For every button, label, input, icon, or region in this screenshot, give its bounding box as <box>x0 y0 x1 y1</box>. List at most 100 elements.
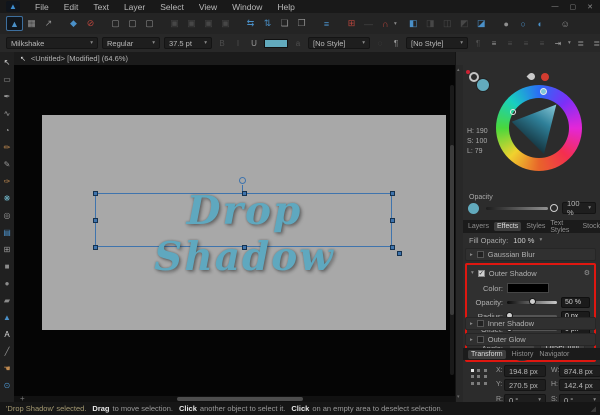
insert-behind-icon[interactable]: ○ <box>515 16 532 31</box>
y-field[interactable]: 270.5 px <box>504 379 546 391</box>
menu-text[interactable]: Text <box>93 2 109 12</box>
scroll-down-icon[interactable]: ▾ <box>457 394 460 400</box>
handle-top-right[interactable] <box>390 191 395 196</box>
marquee-rect-icon[interactable]: ▢ <box>107 16 124 31</box>
menu-window[interactable]: Window <box>232 2 262 12</box>
ligature-icon[interactable]: ◌ <box>374 37 386 49</box>
menu-file[interactable]: File <box>35 2 49 12</box>
boolean-intersect-icon[interactable]: ◫ <box>439 16 456 31</box>
font-weight-select[interactable]: Regular ▾ <box>102 37 160 49</box>
outer-shadow-header[interactable]: ▾ ✓ Outer Shadow ⚙ <box>471 267 590 279</box>
lock-icon[interactable]: ▣ <box>200 16 217 31</box>
flip-horizontal-icon[interactable]: ⇆ <box>242 16 259 31</box>
group-icon[interactable]: ▣ <box>166 16 183 31</box>
pen-tool[interactable]: ✒ <box>0 88 14 105</box>
numbered-list-icon[interactable]: ≣ <box>591 37 600 49</box>
effect-outer-glow[interactable]: ▸ Outer Glow <box>465 333 596 346</box>
alignment-icon[interactable]: ≡ <box>318 16 335 31</box>
x-field[interactable]: 194.8 px <box>504 365 546 377</box>
gear-icon[interactable]: ⚙ <box>584 269 590 277</box>
effect-inner-shadow[interactable]: ▸ Inner Shadow <box>465 317 596 330</box>
text-colour-swatch[interactable] <box>264 38 288 48</box>
outer-shadow-checkbox[interactable]: ✓ <box>477 269 485 277</box>
align-center-icon[interactable]: ≡ <box>504 37 516 49</box>
opacity-slider-thumb[interactable] <box>550 204 558 212</box>
document-tab[interactable]: ↖ <Untitled> [Modified] (64.6%) <box>20 52 128 65</box>
image-frame-tool[interactable]: ▤ <box>0 224 14 241</box>
fill-opacity-value[interactable]: 100 % <box>513 236 534 245</box>
shadow-opacity-slider[interactable] <box>507 298 557 305</box>
account-icon[interactable]: ☺ <box>557 16 574 31</box>
pixel-persona-button[interactable]: ▦ <box>23 16 40 31</box>
w-field[interactable]: 874.8 px <box>559 365 600 377</box>
ellipse-tool[interactable]: ● <box>0 275 14 292</box>
unlock-icon[interactable]: ▣ <box>217 16 234 31</box>
shadow-colour-swatch[interactable] <box>507 283 549 293</box>
handle-middle-right[interactable] <box>390 218 395 223</box>
align-justify-icon[interactable]: ≡ <box>536 37 548 49</box>
horizontal-scrollbar-thumb[interactable] <box>177 397 303 401</box>
maximize-button[interactable]: ▢ <box>570 3 577 11</box>
character-style-select[interactable]: [No Style] ▾ <box>308 37 370 49</box>
tab-transform[interactable]: Transform <box>468 349 506 359</box>
align-right-icon[interactable]: ≡ <box>520 37 532 49</box>
hue-marker[interactable] <box>540 88 547 95</box>
pencil-tool[interactable]: ✎ <box>0 156 14 173</box>
artboard[interactable]: Drop Shadow <box>42 115 446 330</box>
corner-tool[interactable]: ∿ <box>0 105 14 122</box>
node-tool[interactable]: ▭ <box>0 71 14 88</box>
snapping-bounds-icon[interactable]: ⊞ <box>343 16 360 31</box>
tab-text-styles[interactable]: Text Styles <box>550 220 577 234</box>
handle-bottom-left[interactable] <box>93 245 98 250</box>
show-marks-icon[interactable]: ¶ <box>390 37 402 49</box>
place-icon[interactable]: ◆ <box>65 16 82 31</box>
fill-tool[interactable]: ◎ <box>0 207 14 224</box>
menu-edit[interactable]: Edit <box>64 2 79 12</box>
pilcrow-icon[interactable]: ¶ <box>472 37 484 49</box>
ungroup-icon[interactable]: ▣ <box>183 16 200 31</box>
vertical-scrollbar[interactable] <box>450 85 454 375</box>
indent-icon[interactable]: ⇥ <box>552 37 564 49</box>
point-transform-tool[interactable]: ◔ <box>0 122 14 139</box>
tab-effects[interactable]: Effects <box>494 222 522 231</box>
tab-history[interactable]: History <box>512 351 534 358</box>
tab-stock[interactable]: Stock <box>582 223 600 230</box>
shear-handle[interactable] <box>397 251 402 256</box>
italic-button[interactable]: I <box>232 37 244 49</box>
tab-styles[interactable]: Styles <box>526 223 545 230</box>
insert-on-top-icon[interactable]: ◐ <box>532 16 549 31</box>
opacity-value-select[interactable]: 100 % ▾ <box>562 199 596 217</box>
expand-icon[interactable]: ▸ <box>470 252 473 258</box>
bullet-list-icon[interactable]: ≣ <box>575 37 587 49</box>
caret-down-icon[interactable]: ▾ <box>539 237 542 243</box>
minimize-button[interactable]: — <box>552 3 559 11</box>
vertical-scrollbar-thumb[interactable] <box>450 145 454 315</box>
close-button[interactable]: ✕ <box>587 3 593 11</box>
artistic-text-object[interactable]: Drop Shadow <box>96 188 393 280</box>
saturation-marker[interactable] <box>510 109 516 115</box>
insert-inside-icon[interactable]: ● <box>498 16 515 31</box>
handle-top-left[interactable] <box>93 191 98 196</box>
assets-icon[interactable]: ⊘ <box>82 16 99 31</box>
menu-help[interactable]: Help <box>277 2 294 12</box>
flip-vertical-icon[interactable]: ⇅ <box>259 16 276 31</box>
eyedropper-icon[interactable] <box>526 71 537 82</box>
inner-shadow-checkbox[interactable] <box>476 320 484 327</box>
tab-navigator[interactable]: Navigator <box>539 351 569 358</box>
colour-picker-tool[interactable]: ❋ <box>0 190 14 207</box>
paint-brush-tool[interactable]: ✑ <box>0 173 14 190</box>
handle-middle-left[interactable] <box>93 218 98 223</box>
rotation-handle[interactable] <box>239 177 246 184</box>
shadow-opacity-value[interactable]: 50 % <box>561 296 590 308</box>
rounded-rectangle-tool[interactable]: ▰ <box>0 292 14 309</box>
handle-top-middle[interactable] <box>242 191 247 196</box>
selection-bounding-box[interactable]: Drop Shadow <box>93 177 402 280</box>
move-tool[interactable]: ↖ <box>0 54 14 71</box>
align-left-icon[interactable]: ≡ <box>488 37 500 49</box>
boolean-divide-icon[interactable]: ◩ <box>456 16 473 31</box>
colour-wheel[interactable] <box>496 85 582 171</box>
autocorrect-icon[interactable]: a <box>292 37 304 49</box>
view-tool[interactable]: ☚ <box>0 360 14 377</box>
outer-glow-checkbox[interactable] <box>476 336 484 343</box>
boolean-xor-icon[interactable]: ◪ <box>473 16 490 31</box>
